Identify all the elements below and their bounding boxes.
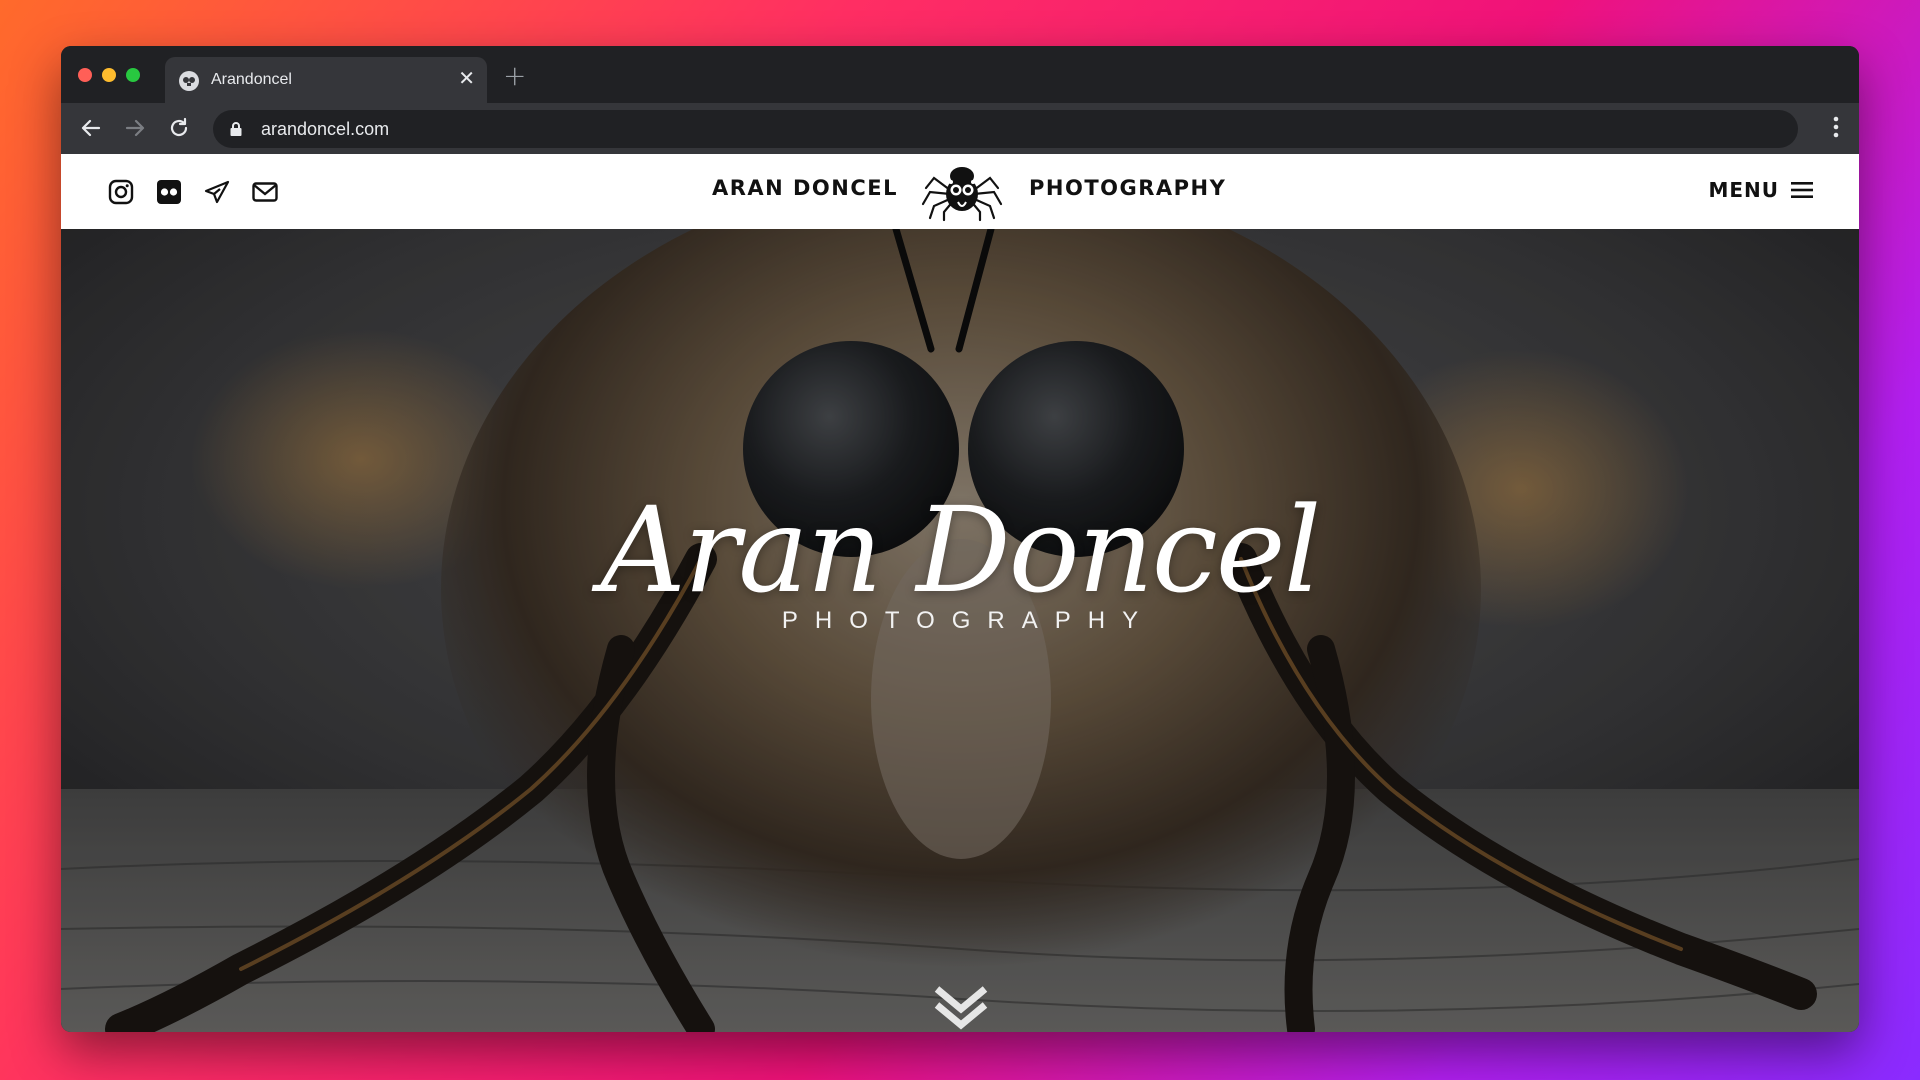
url-text[interactable]: arandoncel.com — [261, 119, 389, 140]
scroll-down-chevron-icon[interactable] — [933, 985, 989, 1031]
browser-toolbar: arandoncel.com — [61, 103, 1859, 154]
hero-title: Aran Doncel — [600, 481, 1322, 619]
maximize-window-button[interactable] — [126, 68, 140, 82]
back-button[interactable] — [78, 115, 104, 141]
spider-logo-icon[interactable] — [920, 160, 1004, 222]
menu-label: MENU — [1708, 178, 1779, 202]
tab-title: Arandoncel — [211, 71, 292, 88]
telegram-icon[interactable] — [204, 179, 230, 205]
browser-window: Arandoncel ✕ + arandoncel.com ARAN DONCE… — [61, 46, 1859, 1032]
minimize-window-button[interactable] — [102, 68, 116, 82]
instagram-icon[interactable] — [108, 179, 134, 205]
reload-button[interactable] — [166, 115, 192, 141]
hero-section: Aran Doncel PHOTOGRAPHY — [61, 229, 1859, 1032]
window-controls — [78, 68, 140, 82]
email-icon[interactable] — [252, 179, 278, 205]
hamburger-icon — [1791, 182, 1813, 198]
site-favicon-icon — [179, 71, 199, 91]
brand-tagline[interactable]: PHOTOGRAPHY — [1029, 176, 1226, 200]
browser-menu-icon[interactable] — [1833, 116, 1839, 143]
forward-arrow-icon — [125, 119, 145, 137]
menu-button[interactable]: MENU — [1708, 178, 1813, 202]
forward-button[interactable] — [122, 115, 148, 141]
new-tab-button[interactable]: + — [503, 62, 526, 90]
tab-strip: Arandoncel ✕ + — [61, 46, 1859, 103]
browser-tab[interactable]: Arandoncel ✕ — [165, 57, 487, 103]
flickr-icon[interactable] — [156, 179, 182, 205]
hero-subtitle: PHOTOGRAPHY — [781, 607, 1156, 634]
social-links — [108, 179, 278, 205]
brand-name[interactable]: ARAN DONCEL — [712, 176, 898, 200]
close-window-button[interactable] — [78, 68, 92, 82]
tab-close-icon[interactable]: ✕ — [458, 68, 475, 90]
address-bar[interactable]: arandoncel.com — [213, 110, 1798, 148]
lock-icon — [230, 122, 242, 136]
site-header: ARAN DONCEL PHOTOGRAPHY MENU — [61, 154, 1859, 229]
reload-icon — [170, 117, 188, 137]
back-arrow-icon — [81, 119, 101, 137]
